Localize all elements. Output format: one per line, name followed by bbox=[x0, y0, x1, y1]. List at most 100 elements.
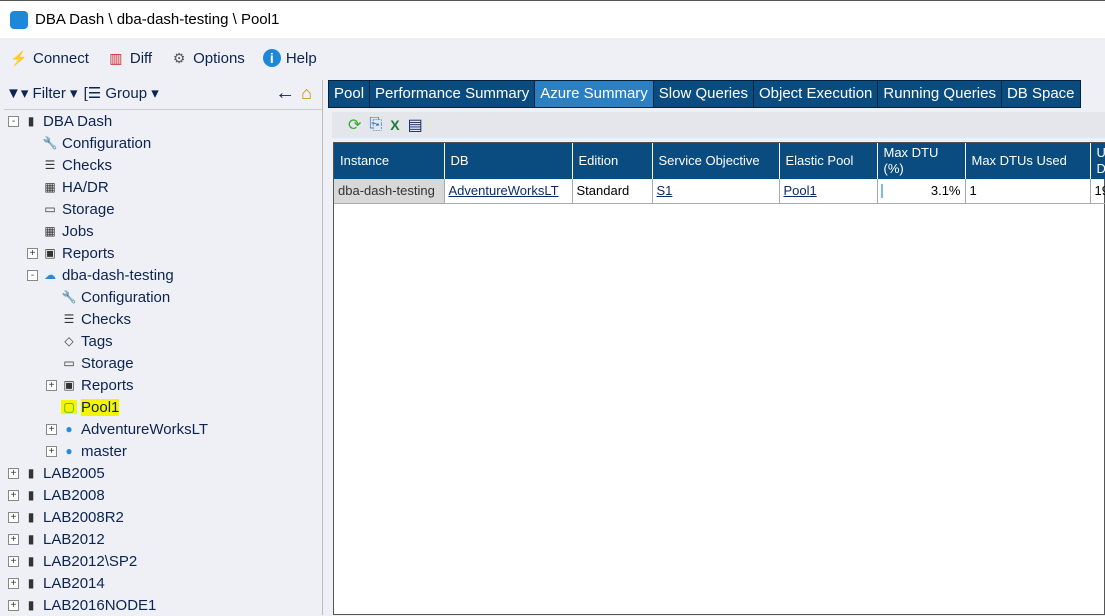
tree-node[interactable]: 🔧 Configuration bbox=[61, 286, 171, 308]
tree-node[interactable]: ☰ Checks bbox=[61, 308, 131, 330]
tree-node[interactable]: ◇ Tags bbox=[61, 330, 112, 352]
excel-icon[interactable]: X bbox=[390, 117, 399, 133]
tree-node[interactable]: + ▮ LAB2014 bbox=[8, 572, 105, 594]
disk-icon: ▭ bbox=[63, 356, 75, 370]
server-icon: ▮ bbox=[27, 532, 35, 546]
title-bar: DBA Dash \ dba-dash-testing \ Pool1 bbox=[0, 0, 1105, 38]
tree-node[interactable]: + ▣ Reports bbox=[46, 374, 134, 396]
expand-icon[interactable]: + bbox=[8, 511, 19, 523]
tree-node[interactable]: ▭ Storage bbox=[42, 198, 114, 220]
group-button[interactable]: [☰ Group ▾ bbox=[84, 84, 159, 102]
window-title: DBA Dash \ dba-dash-testing \ Pool1 bbox=[35, 11, 280, 28]
report-icon: ▣ bbox=[63, 378, 75, 392]
collapse-icon[interactable]: - bbox=[27, 269, 38, 281]
server-icon: ▮ bbox=[27, 598, 35, 612]
tree-node-label: Reports bbox=[81, 376, 134, 394]
help-button[interactable]: i Help bbox=[262, 49, 317, 67]
column-header[interactable]: DB bbox=[444, 143, 573, 179]
column-header[interactable]: Instance bbox=[334, 143, 445, 179]
table-cell: Standard bbox=[572, 179, 653, 204]
connect-icon: ⚡ bbox=[10, 50, 28, 66]
tab-strip: Pool Performance Summary Azure Summary Slow… bbox=[328, 80, 1105, 108]
tree-node[interactable]: - ☁ dba-dash-testing bbox=[27, 264, 174, 286]
server-icon: ▮ bbox=[27, 466, 35, 480]
tree-node-label: Configuration bbox=[81, 288, 171, 306]
column-header[interactable]: Elastic Pool bbox=[779, 143, 878, 179]
expand-icon[interactable]: + bbox=[46, 379, 57, 391]
server-icon: ▮ bbox=[27, 576, 35, 590]
refresh-icon[interactable]: ⟳ bbox=[348, 115, 361, 135]
tab-object-execution[interactable]: Object Execution bbox=[752, 80, 879, 108]
tree-node[interactable]: + ▮ LAB2008R2 bbox=[8, 506, 124, 528]
tree-view[interactable]: - ▮ DBA Dash 🔧 Configuration ☰ Checks ▦ HA/DR ▭ St… bbox=[4, 109, 322, 615]
back-arrow-icon[interactable]: ← bbox=[275, 82, 295, 105]
expand-icon[interactable]: + bbox=[27, 247, 38, 259]
tree-node[interactable]: 🔧 Configuration bbox=[42, 132, 152, 154]
column-header[interactable]: Service Objective bbox=[652, 143, 780, 179]
tree-node-label: LAB2008R2 bbox=[43, 508, 124, 526]
tree-node[interactable]: + ▮ LAB2012 bbox=[8, 528, 105, 550]
disk-icon: ▭ bbox=[44, 202, 56, 216]
home-icon[interactable]: ⌂ bbox=[301, 83, 312, 104]
column-header[interactable]: Max DTU (%) bbox=[877, 143, 966, 179]
expand-icon[interactable]: + bbox=[8, 489, 19, 501]
tab-slow-queries[interactable]: Slow Queries bbox=[652, 80, 754, 108]
collapse-icon[interactable]: - bbox=[8, 115, 19, 127]
tree-node[interactable]: + ▣ Reports bbox=[27, 242, 115, 264]
tree-node[interactable]: + ▮ LAB2012\SP2 bbox=[8, 550, 137, 572]
expand-icon[interactable]: + bbox=[8, 599, 19, 611]
tree-node[interactable]: ▦ Jobs bbox=[42, 220, 94, 242]
expand-icon[interactable]: + bbox=[8, 467, 19, 479]
tab-pool[interactable]: Pool bbox=[328, 80, 371, 108]
tree-node-label: Jobs bbox=[62, 222, 94, 240]
tree-node[interactable]: - ▮ DBA Dash bbox=[8, 110, 112, 132]
filter-button[interactable]: ▼▾ Filter ▾ bbox=[6, 84, 78, 102]
gear-icon: ⚙ bbox=[172, 50, 186, 66]
expand-icon[interactable]: + bbox=[8, 577, 19, 589]
columns-icon[interactable]: ▤ bbox=[408, 115, 423, 135]
options-button[interactable]: ⚙ Options bbox=[170, 49, 245, 67]
tree-node[interactable]: + ▮ LAB2016NODE1 bbox=[8, 594, 156, 616]
tree-node-label: master bbox=[81, 442, 127, 460]
tree-node[interactable]: ▢ Pool1 bbox=[61, 396, 120, 418]
copy-icon[interactable]: ⎘ bbox=[369, 116, 382, 134]
expand-icon[interactable]: + bbox=[46, 445, 57, 457]
column-header[interactable]: Edition bbox=[572, 143, 653, 179]
info-icon: i bbox=[262, 49, 281, 67]
tree-node[interactable]: + ▮ LAB2008 bbox=[8, 484, 105, 506]
server-icon: ▮ bbox=[27, 510, 35, 524]
column-header[interactable]: Max DTUs Used bbox=[965, 143, 1091, 179]
tree-node-label: LAB2016NODE1 bbox=[43, 596, 157, 614]
table-cell: 1 bbox=[965, 179, 1091, 204]
tree-node-label: Reports bbox=[62, 244, 115, 262]
cell-link[interactable]: AdventureWorksLT bbox=[449, 183, 559, 198]
menu-bar: ⚡ Connect ▥ Diff ⚙ Options i Help bbox=[0, 38, 1105, 78]
table-cell: 3.1% bbox=[877, 179, 966, 204]
expand-icon[interactable]: + bbox=[46, 423, 57, 435]
table-cell: dba-dash-testing bbox=[334, 179, 445, 204]
tab-performance-summary[interactable]: Performance Summary bbox=[369, 80, 536, 108]
tab-azure-summary[interactable]: Azure Summary bbox=[534, 80, 654, 108]
tree-node-label: LAB2005 bbox=[43, 464, 105, 482]
expand-icon[interactable]: + bbox=[8, 555, 19, 567]
content-panel: Pool Performance Summary Azure Summary Slow… bbox=[328, 80, 1105, 615]
diff-button[interactable]: ▥ Diff bbox=[107, 49, 152, 67]
connect-button[interactable]: ⚡ Connect bbox=[10, 49, 89, 67]
tree-node[interactable]: ☰ Checks bbox=[42, 154, 112, 176]
tab-db-space[interactable]: DB Space bbox=[1000, 80, 1081, 108]
cell-link[interactable]: Pool1 bbox=[784, 183, 817, 198]
tag-icon: ◇ bbox=[64, 334, 74, 348]
tab-running-queries[interactable]: Running Queries bbox=[877, 80, 1002, 108]
navigation-panel: ▼▾ Filter ▾ [☰ Group ▾ ← ⌂ - ▮ DBA Dash 🔧 Co… bbox=[0, 80, 323, 615]
tree-node[interactable]: ▦ HA/DR bbox=[42, 176, 108, 198]
cell-link[interactable]: S1 bbox=[657, 183, 673, 198]
tree-node[interactable]: ▭ Storage bbox=[61, 352, 133, 374]
tree-node[interactable]: + ● AdventureWorksLT bbox=[46, 418, 208, 440]
tree-node[interactable]: + ● master bbox=[46, 440, 127, 462]
expand-icon[interactable]: + bbox=[8, 533, 19, 545]
database-icon: ● bbox=[65, 422, 73, 436]
column-header[interactable]: U D bbox=[1090, 143, 1105, 179]
tree-node[interactable]: + ▮ LAB2005 bbox=[8, 462, 105, 484]
table-row[interactable]: dba-dash-testing AdventureWorksLT Standard… bbox=[334, 179, 1105, 204]
table-cell: Pool1 bbox=[779, 179, 878, 204]
